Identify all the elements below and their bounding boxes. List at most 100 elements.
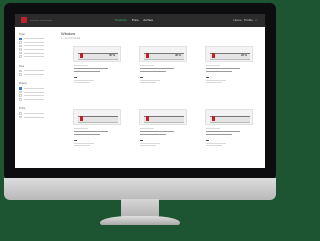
spec-line xyxy=(74,79,94,81)
checkbox-icon[interactable] xyxy=(19,51,22,55)
spec-line xyxy=(206,82,222,83)
page-title: Window xyxy=(61,31,76,36)
product-thumbnail[interactable] xyxy=(139,109,187,125)
spec-line xyxy=(140,140,143,142)
spec-line xyxy=(74,82,90,83)
spec-line xyxy=(206,142,226,144)
filter-option-label xyxy=(24,56,45,58)
product-thumbnail[interactable]: 50 % xyxy=(73,46,121,62)
spec-line xyxy=(206,79,226,81)
product-title[interactable] xyxy=(206,131,240,132)
checkbox-icon[interactable] xyxy=(19,115,22,119)
product-thumbnail[interactable]: 20 % xyxy=(205,46,253,62)
spec-line xyxy=(74,145,90,146)
product-category xyxy=(206,128,220,129)
product-category xyxy=(206,65,220,66)
checkbox-icon[interactable] xyxy=(19,73,22,76)
product-title[interactable] xyxy=(74,131,108,132)
monitor-stand-base xyxy=(100,216,180,225)
filter-option-label xyxy=(24,70,45,72)
product-title[interactable] xyxy=(140,70,166,72)
product-category xyxy=(74,128,88,129)
brand-name[interactable]: ——— ———— xyxy=(30,14,52,27)
filter-option-label xyxy=(24,52,45,54)
spec-line xyxy=(206,145,222,146)
product-title[interactable] xyxy=(74,68,108,69)
checkbox-icon[interactable] xyxy=(19,98,22,101)
checkbox-icon[interactable] xyxy=(19,55,22,59)
nav-item-archive[interactable]: Archive xyxy=(143,18,153,22)
brand-flag-icon xyxy=(146,53,149,58)
spec-line xyxy=(74,77,77,79)
product-title[interactable] xyxy=(140,131,174,132)
filter-option-label xyxy=(24,41,45,43)
product-card[interactable]: 20 % xyxy=(205,46,253,88)
filter-option[interactable] xyxy=(19,115,55,119)
product-thumbnail[interactable]: 30 % xyxy=(139,46,187,62)
checkbox-icon[interactable] xyxy=(19,90,22,94)
product-card[interactable] xyxy=(139,109,187,151)
discount-badge: 30 % xyxy=(175,54,181,57)
nav-item-price[interactable]: Price xyxy=(132,18,139,22)
filter-option[interactable] xyxy=(19,55,55,59)
brand-flag-icon xyxy=(212,53,215,58)
spec-line xyxy=(140,82,156,83)
product-card[interactable] xyxy=(73,109,121,151)
top-nav-bar: ——— ———— Products Price Archive Home · P… xyxy=(15,14,265,27)
product-title[interactable] xyxy=(206,68,240,69)
checkbox-checked-icon[interactable] xyxy=(19,87,22,90)
spec-line xyxy=(206,140,209,142)
checkbox-icon[interactable] xyxy=(19,44,22,48)
product-title[interactable] xyxy=(140,133,166,135)
filter-section-title: Brand xyxy=(19,82,27,86)
main-nav: Products Price Archive xyxy=(115,14,157,27)
checkbox-icon[interactable] xyxy=(19,69,22,73)
product-card[interactable]: 30 % xyxy=(139,46,187,88)
product-title[interactable] xyxy=(74,70,100,72)
checkbox-icon[interactable] xyxy=(19,41,22,44)
checkbox-icon[interactable] xyxy=(19,112,22,115)
filter-option-label xyxy=(24,49,45,51)
product-image xyxy=(210,116,250,123)
spec-line xyxy=(140,145,156,146)
filter-option-label xyxy=(24,73,45,75)
filter-option[interactable] xyxy=(19,98,55,102)
product-card[interactable] xyxy=(205,109,253,151)
product-title[interactable] xyxy=(206,70,232,72)
checkbox-icon[interactable] xyxy=(19,48,22,51)
discount-badge: 50 % xyxy=(109,54,115,57)
product-title[interactable] xyxy=(140,68,174,69)
product-category xyxy=(140,128,154,129)
product-card[interactable]: 50 % xyxy=(73,46,121,88)
product-thumbnail[interactable] xyxy=(73,109,121,125)
monitor-chin xyxy=(4,178,276,200)
brand-logo-icon[interactable] xyxy=(21,17,27,23)
results-count: 1 – 6 of 6 results xyxy=(61,37,81,40)
monitor-frame: ——— ———— Products Price Archive Home · P… xyxy=(4,3,276,180)
product-image xyxy=(78,116,118,123)
product-title[interactable] xyxy=(74,133,100,135)
nav-item-products[interactable]: Products xyxy=(115,18,127,22)
checkbox-checked-icon[interactable] xyxy=(19,37,22,41)
filter-option-label xyxy=(24,38,45,40)
filter-option-label xyxy=(24,98,45,100)
spec-line xyxy=(140,79,160,81)
discount-badge: 20 % xyxy=(241,54,247,57)
product-title[interactable] xyxy=(206,133,232,135)
filter-section-title: Price xyxy=(19,107,26,111)
spec-line xyxy=(206,77,209,79)
product-category xyxy=(74,65,88,66)
spec-line xyxy=(74,140,77,142)
filter-sidebar: Type Size Brand Price xyxy=(19,31,55,165)
filter-option[interactable] xyxy=(19,73,55,77)
screen: ——— ———— Products Price Archive Home · P… xyxy=(15,14,265,168)
filter-option-label xyxy=(24,88,45,90)
product-thumbnail[interactable] xyxy=(205,109,253,125)
checkbox-icon[interactable] xyxy=(19,94,22,98)
brand-flag-icon xyxy=(146,116,149,121)
user-menu[interactable]: Home · Profile · ⌕ xyxy=(233,14,257,27)
filter-option-label xyxy=(24,112,45,114)
product-image xyxy=(144,116,184,123)
filter-section-title: Size xyxy=(19,64,25,68)
brand-flag-icon xyxy=(80,53,83,58)
